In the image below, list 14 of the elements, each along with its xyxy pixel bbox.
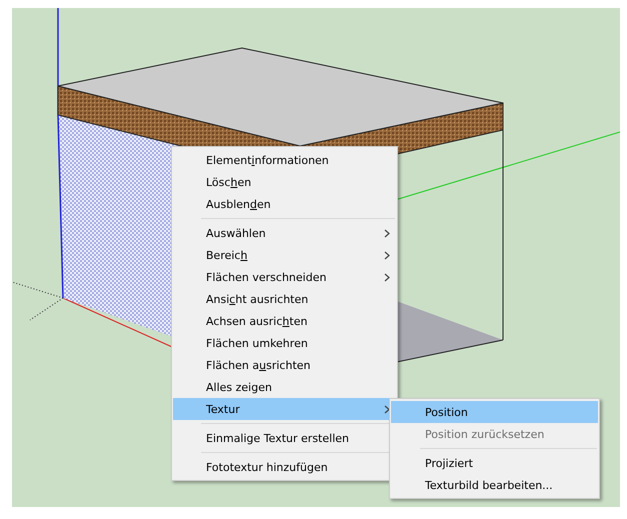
menu-item[interactable]: Flächen verschneiden — [173, 266, 396, 288]
menu-item[interactable]: Texturbild bearbeiten... — [391, 474, 598, 496]
menu-item[interactable]: Ansicht ausrichten — [173, 288, 396, 310]
menu-item[interactable]: Flächen umkehren — [173, 332, 396, 354]
menu-item[interactable]: Projiziert — [391, 452, 598, 474]
menu-item[interactable]: Achsen ausrichten — [173, 310, 396, 332]
menu-item[interactable]: Auswählen — [173, 222, 396, 244]
menu-item[interactable]: Position — [391, 401, 598, 423]
menu-item[interactable]: Löschen — [173, 171, 396, 193]
menu-item[interactable]: Ausblenden — [173, 193, 396, 215]
menu-item[interactable]: Bereich — [173, 244, 396, 266]
menu-item[interactable]: Elementinformationen — [173, 149, 396, 171]
menu-item[interactable]: Alles zeigen — [173, 376, 396, 398]
menu-item[interactable]: Flächen ausrichten — [173, 354, 396, 376]
